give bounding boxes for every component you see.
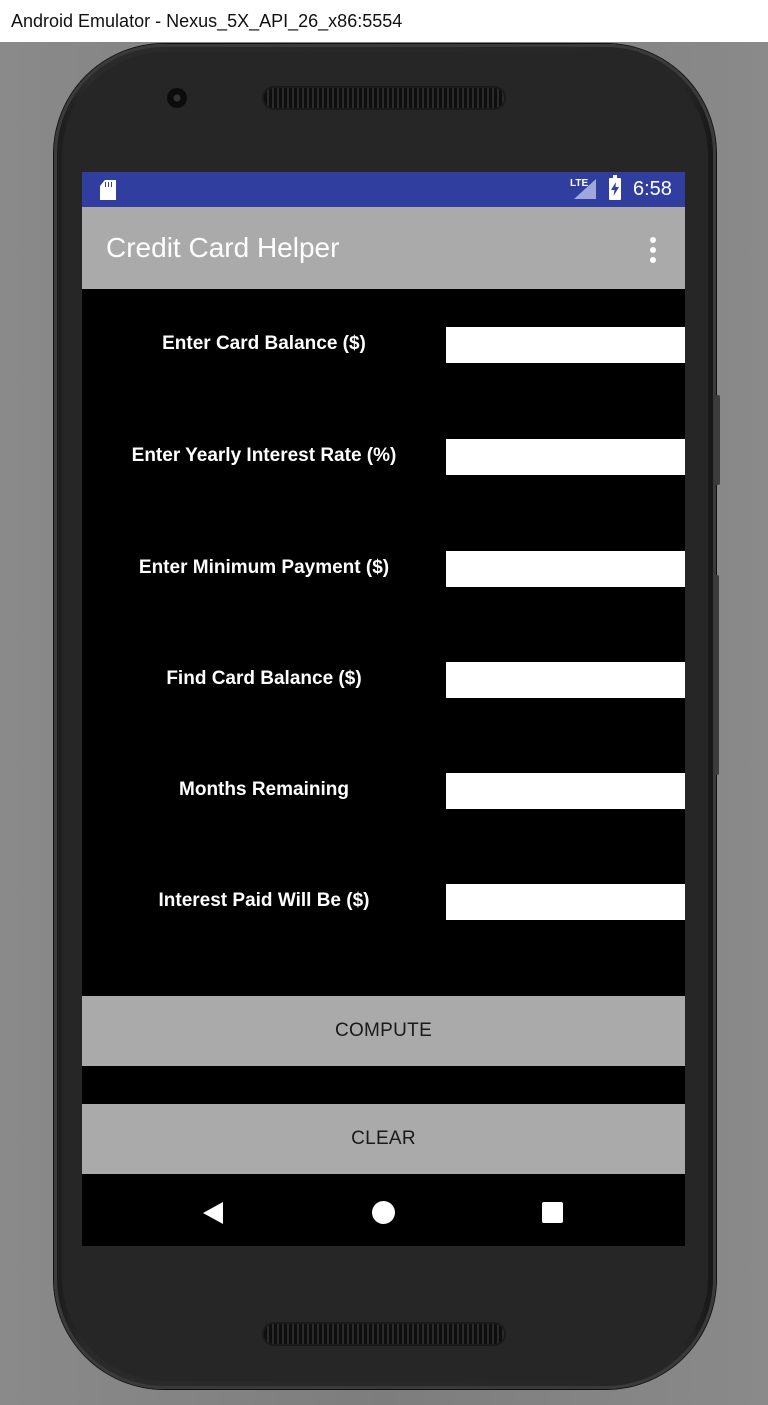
sd-card-icon (100, 180, 116, 200)
minimum-payment-input[interactable] (446, 551, 685, 587)
app-bar: Credit Card Helper (82, 207, 685, 289)
app-title: Credit Card Helper (106, 232, 340, 263)
status-bar: LTE 6:58 (82, 172, 685, 207)
bottom-speaker-grille (264, 1324, 504, 1344)
power-button[interactable] (715, 395, 720, 485)
card-balance-label: Enter Card Balance ($) (162, 333, 366, 354)
months-remaining-row: Months Remaining (82, 773, 685, 809)
find-card-balance-input[interactable] (446, 662, 685, 698)
interest-rate-label: Enter Yearly Interest Rate (%) (131, 445, 397, 466)
compute-button[interactable]: COMPUTE (82, 996, 685, 1066)
network-type-label: LTE (570, 178, 589, 189)
back-icon[interactable] (203, 1202, 223, 1224)
volume-button[interactable] (715, 575, 719, 775)
clear-button[interactable]: CLEAR (82, 1104, 685, 1174)
interest-rate-row: Enter Yearly Interest Rate (%) (82, 439, 685, 475)
interest-paid-input[interactable] (446, 884, 685, 920)
battery-charging-icon (609, 175, 621, 200)
find-card-balance-row: Find Card Balance ($) (82, 662, 685, 698)
device-screen: LTE 6:58 Credit Card Helper Enter Card B… (82, 172, 685, 1246)
overflow-menu-icon[interactable] (643, 237, 663, 263)
home-icon[interactable] (372, 1201, 395, 1224)
recent-apps-icon[interactable] (542, 1202, 563, 1223)
navigation-bar (82, 1175, 685, 1246)
window-title: Android Emulator - Nexus_5X_API_26_x86:5… (11, 11, 403, 31)
top-speaker-grille (264, 88, 504, 108)
status-clock: 6:58 (633, 178, 672, 200)
find-card-balance-label: Find Card Balance ($) (166, 668, 362, 689)
card-balance-row: Enter Card Balance ($) (82, 327, 685, 363)
minimum-payment-label: Enter Minimum Payment ($) (138, 557, 390, 578)
minimum-payment-row: Enter Minimum Payment ($) (82, 551, 685, 587)
interest-paid-row: Interest Paid Will Be ($) (82, 884, 685, 920)
interest-rate-input[interactable] (446, 439, 685, 475)
months-remaining-input[interactable] (446, 773, 685, 809)
months-remaining-label: Months Remaining (179, 779, 349, 800)
window-title-bar: Android Emulator - Nexus_5X_API_26_x86:5… (0, 0, 768, 42)
interest-paid-label: Interest Paid Will Be ($) (158, 890, 370, 911)
card-balance-input[interactable] (446, 327, 685, 363)
front-camera (167, 88, 187, 108)
